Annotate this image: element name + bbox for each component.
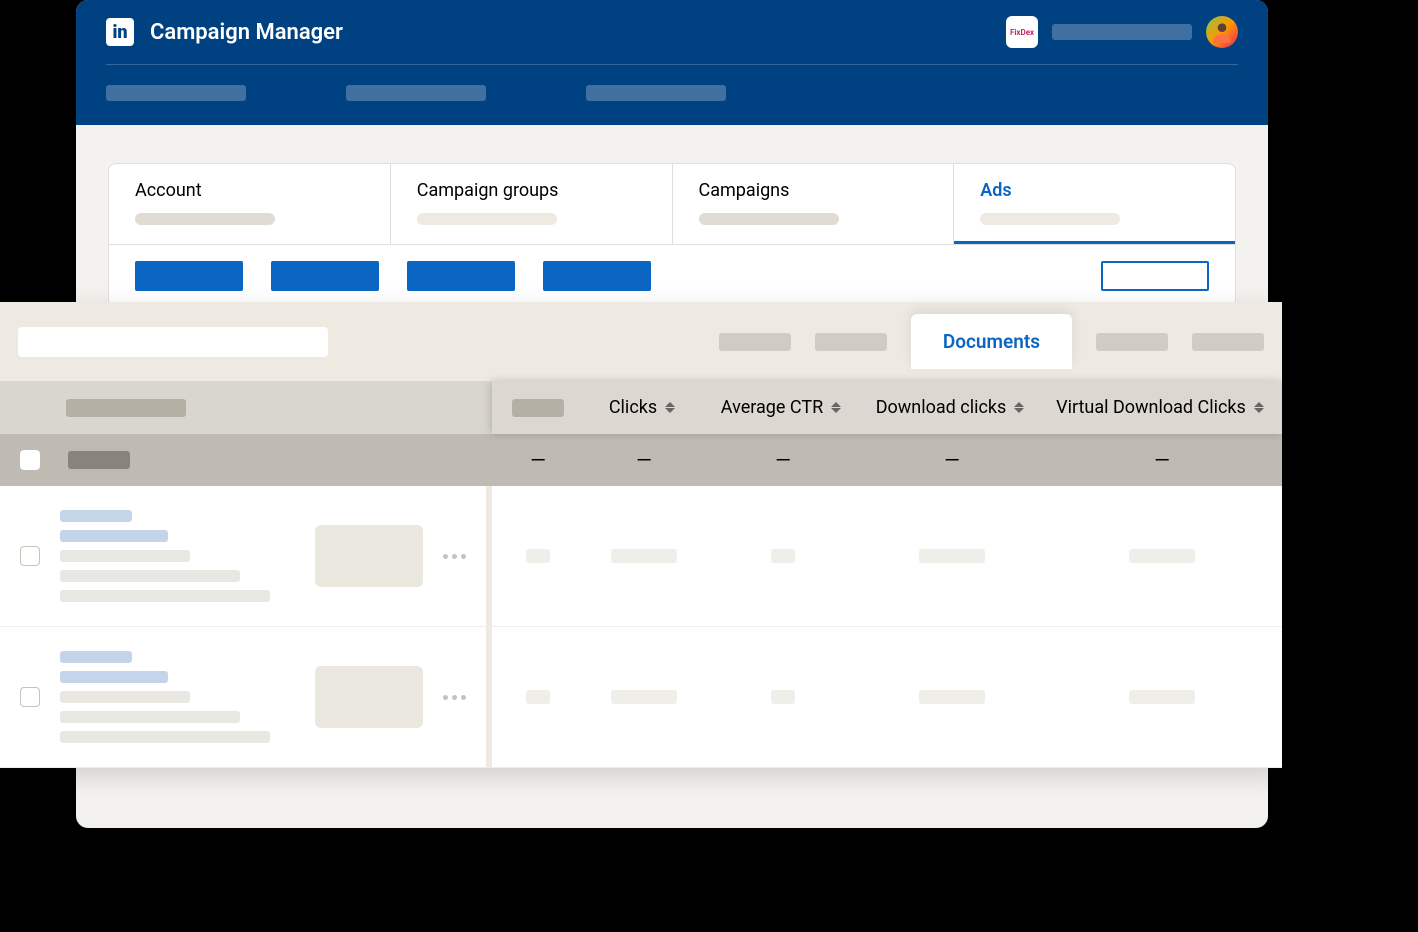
summary-cell: — <box>584 434 704 486</box>
sort-icon <box>665 399 679 417</box>
secondary-button[interactable] <box>1101 261 1209 291</box>
tab-label: Campaign groups <box>417 180 646 201</box>
metrics-table: Documents Clicks Average CTR Download cl… <box>0 302 1282 768</box>
summary-row: — — — — — <box>0 434 1282 486</box>
summary-cell: — <box>1042 434 1282 486</box>
column-header-download-clicks[interactable]: Download clicks <box>862 381 1042 434</box>
column-header-avg-ctr[interactable]: Average CTR <box>704 381 862 434</box>
app-title: Campaign Manager <box>150 20 343 45</box>
search-input[interactable] <box>18 327 328 357</box>
row-menu-icon[interactable] <box>443 554 466 559</box>
filter-tab[interactable] <box>1096 333 1168 351</box>
sort-icon <box>1014 399 1028 417</box>
data-cell <box>584 549 704 563</box>
action-bar <box>108 245 1236 308</box>
tab-label: Ads <box>980 180 1209 201</box>
ad-thumbnail[interactable] <box>315 666 423 728</box>
tab-campaign-groups[interactable]: Campaign groups <box>391 164 673 244</box>
nav-item[interactable] <box>346 85 486 101</box>
fixdex-badge[interactable]: FixDex <box>1006 16 1038 48</box>
tab-campaigns[interactable]: Campaigns <box>673 164 955 244</box>
nav-item[interactable] <box>586 85 726 101</box>
column-label: Virtual Download Clicks <box>1056 397 1246 418</box>
ad-preview-text <box>60 651 295 743</box>
account-placeholder <box>1052 24 1192 40</box>
summary-label <box>68 451 130 469</box>
data-cell <box>862 549 1042 563</box>
table-row <box>0 486 1282 627</box>
data-cell <box>1042 549 1282 563</box>
tab-label: Account <box>135 180 364 201</box>
action-button[interactable] <box>271 261 379 291</box>
table-row <box>0 627 1282 768</box>
column-label: Average CTR <box>721 397 823 418</box>
column-header[interactable] <box>492 381 584 434</box>
sort-icon <box>831 399 845 417</box>
action-button[interactable] <box>543 261 651 291</box>
ad-thumbnail[interactable] <box>315 525 423 587</box>
row-menu-icon[interactable] <box>443 695 466 700</box>
summary-cell: — <box>704 434 862 486</box>
tab-label: Campaigns <box>699 180 928 201</box>
data-cell <box>704 549 862 563</box>
row-checkbox[interactable] <box>20 687 40 707</box>
data-cell <box>862 690 1042 704</box>
avatar[interactable] <box>1206 16 1238 48</box>
column-header-virtual-download-clicks[interactable]: Virtual Download Clicks <box>1042 381 1282 434</box>
filter-bar: Documents <box>0 302 1282 381</box>
column-label: Clicks <box>609 397 657 418</box>
table-header: Clicks Average CTR Download clicks Virtu… <box>0 381 1282 434</box>
data-cell <box>492 690 584 704</box>
header-nav <box>106 65 1238 125</box>
filter-tab-documents[interactable]: Documents <box>911 314 1072 369</box>
filter-tab[interactable] <box>815 333 887 351</box>
linkedin-icon[interactable]: in <box>106 18 134 46</box>
column-label: Download clicks <box>876 397 1007 418</box>
nav-item[interactable] <box>106 85 246 101</box>
data-cell <box>492 549 584 563</box>
column-header-clicks[interactable]: Clicks <box>584 381 704 434</box>
summary-cell: — <box>862 434 1042 486</box>
summary-cell: — <box>492 434 584 486</box>
row-checkbox[interactable] <box>20 546 40 566</box>
level-tabs: Account Campaign groups Campaigns Ads <box>108 163 1236 245</box>
header: in Campaign Manager FixDex <box>76 0 1268 125</box>
action-button[interactable] <box>407 261 515 291</box>
data-cell <box>1042 690 1282 704</box>
data-cell <box>704 690 862 704</box>
sort-icon <box>1254 399 1268 417</box>
filter-tab[interactable] <box>719 333 791 351</box>
tab-account[interactable]: Account <box>109 164 391 244</box>
action-button[interactable] <box>135 261 243 291</box>
tab-ads[interactable]: Ads <box>954 164 1235 244</box>
name-column-header[interactable] <box>66 399 186 417</box>
filter-tab[interactable] <box>1192 333 1264 351</box>
data-cell <box>584 690 704 704</box>
select-all-checkbox[interactable] <box>20 450 40 470</box>
ad-preview-text <box>60 510 295 602</box>
